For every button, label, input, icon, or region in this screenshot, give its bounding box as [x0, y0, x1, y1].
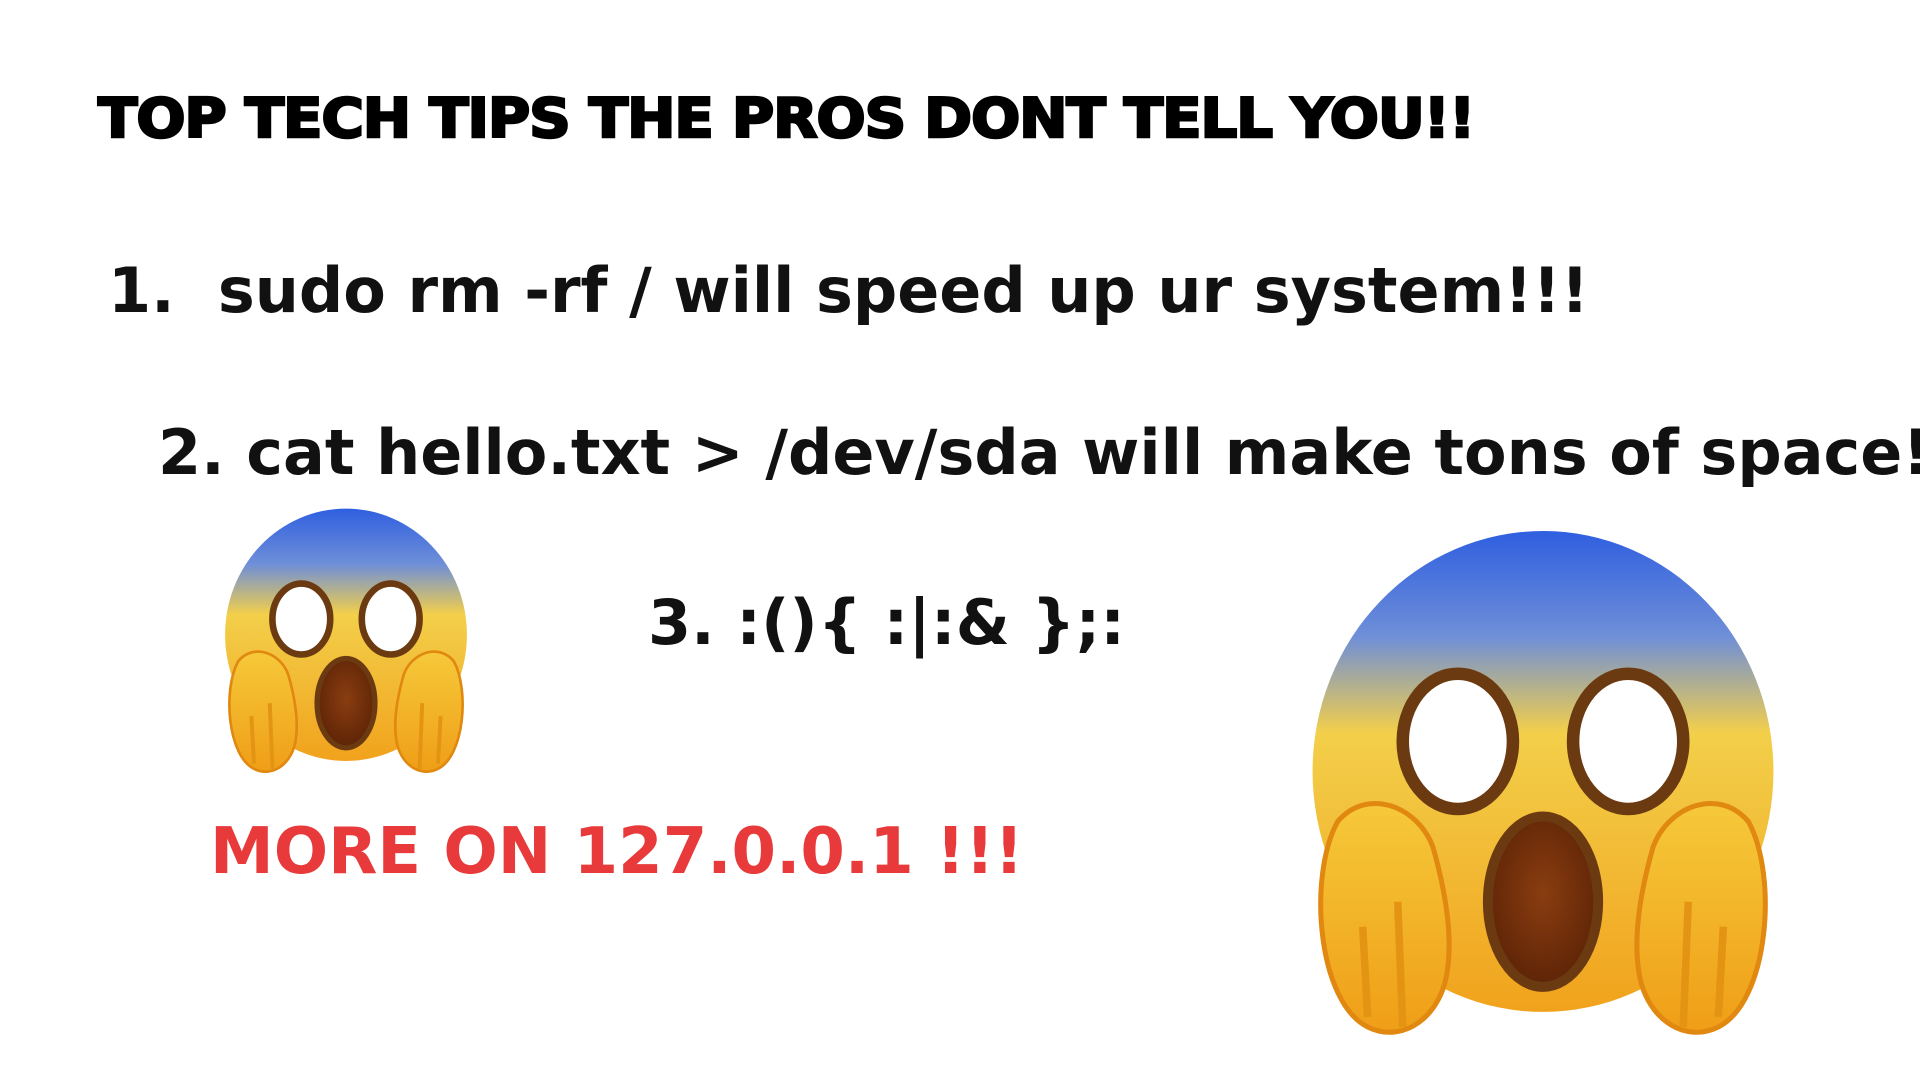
more-on-localhost-text: MORE ON 127.0.0.1 !!! — [210, 815, 1024, 889]
screaming-face-small-svg — [225, 508, 467, 773]
tip-1: 1. sudo rm -rf / will speed up ur system… — [108, 254, 1590, 327]
screaming-face-large-svg — [1312, 531, 1774, 1035]
face-screaming-in-fear-icon — [214, 506, 478, 782]
meme-canvas: TOP TECH TIPS THE PROS DONT TELL YOU!! 1… — [0, 0, 1920, 1080]
face-screaming-in-fear-icon — [1290, 526, 1796, 1052]
headline: TOP TECH TIPS THE PROS DONT TELL YOU!! — [97, 87, 1477, 150]
tip-2: 2. cat hello.txt > /dev/sda will make to… — [158, 416, 1920, 489]
tip-3: 3. :(){ :|:& };: — [648, 586, 1126, 659]
